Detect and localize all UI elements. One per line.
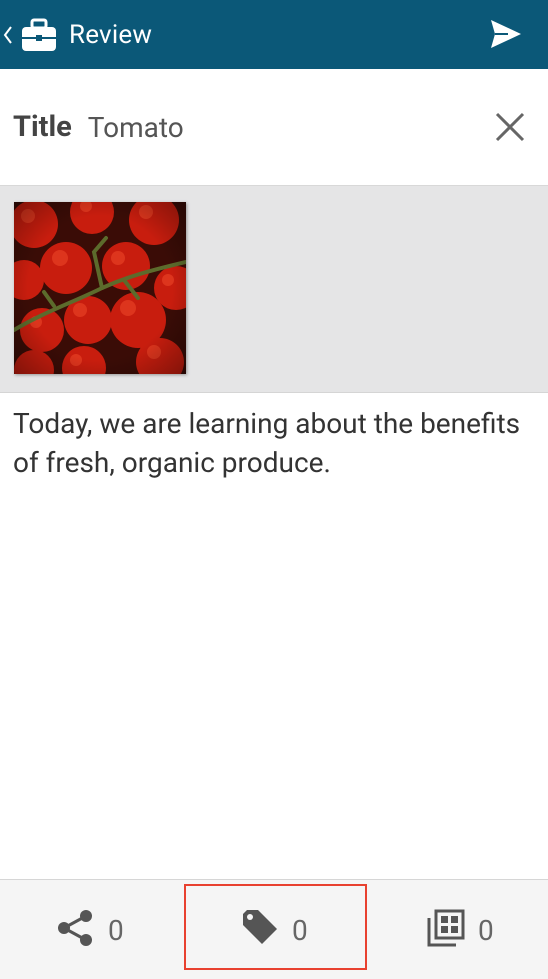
app-bar: Review: [0, 0, 548, 69]
title-row: Title Tomato: [0, 69, 548, 186]
back-button[interactable]: [0, 0, 59, 69]
close-icon[interactable]: [494, 111, 526, 143]
tags-highlight-box: [184, 884, 367, 970]
title-label: Title: [13, 110, 72, 144]
chevron-left-icon: [3, 23, 13, 47]
gallery-button[interactable]: 0: [426, 880, 494, 979]
media-strip: [0, 186, 548, 393]
send-icon[interactable]: [490, 19, 522, 49]
page-title: Review: [69, 19, 153, 50]
share-count: 0: [108, 913, 124, 947]
share-icon: [56, 908, 96, 952]
gallery-icon: [426, 908, 466, 952]
description-text[interactable]: Today, we are learning about the benefit…: [13, 404, 533, 482]
title-value[interactable]: Tomato: [88, 111, 184, 144]
gallery-count: 0: [478, 913, 494, 947]
share-button[interactable]: 0: [56, 880, 124, 979]
tomato-thumbnail[interactable]: [14, 202, 186, 374]
briefcase-icon: [19, 15, 59, 55]
